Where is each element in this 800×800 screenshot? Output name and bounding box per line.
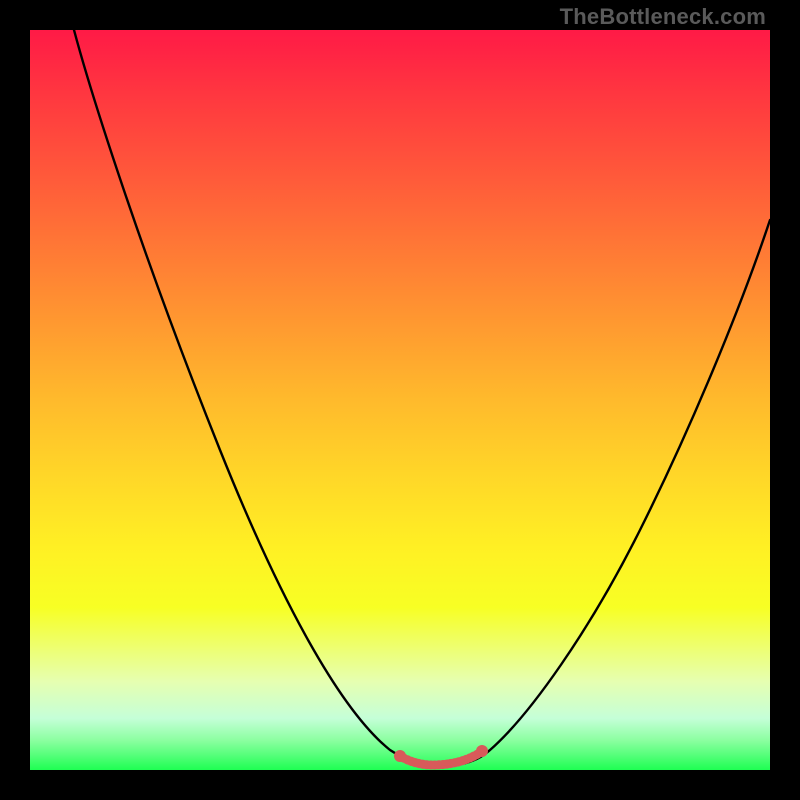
bottleneck-curve [74, 30, 770, 766]
optimal-region-marker [400, 752, 481, 765]
watermark-text: TheBottleneck.com [560, 4, 766, 30]
marker-dot-left [394, 750, 406, 762]
bottleneck-curve-layer [30, 30, 770, 770]
marker-dot-right [476, 745, 488, 757]
plot-frame [30, 30, 770, 770]
